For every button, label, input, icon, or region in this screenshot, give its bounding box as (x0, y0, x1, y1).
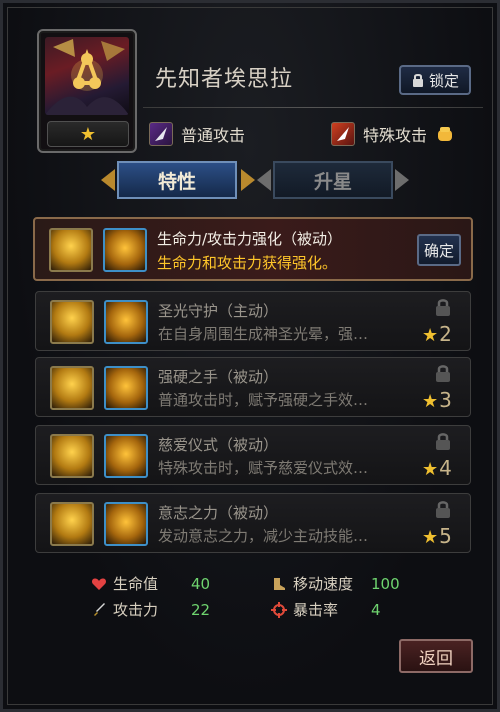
return-button[interactable]: 返回 (399, 639, 473, 673)
skill-row-3[interactable]: 强硬之手（被动） 普通攻击时，赋予强硬之手效… ★3 (35, 357, 471, 417)
special-feather-icon (331, 122, 355, 146)
required-stars: ★5 (422, 524, 452, 548)
skill-desc: 特殊攻击时，赋予慈爱仪式效… (158, 459, 369, 477)
hero-avatar (45, 37, 129, 115)
skill-desc: 在自身周围生成神圣光晕，强… (158, 325, 369, 343)
confirm-button[interactable]: 确定 (417, 234, 461, 266)
hero-name: 先知者埃思拉 (155, 67, 294, 92)
skill-title: 慈爱仪式（被动） (158, 436, 279, 454)
star-icon: ★ (422, 459, 439, 480)
star-icon: ★ (422, 325, 439, 346)
skill-desc: 发动意志之力，减少主动技能… (158, 527, 369, 545)
hero-portrait[interactable]: ★ (37, 29, 137, 153)
skill-row-2[interactable]: 圣光守护（主动） 在自身周围生成神圣光晕，强… ★2 (35, 291, 471, 351)
star-icon: ★ (422, 527, 439, 548)
hero-stats: 生命值 40 移动速度 100 攻击力 22 暴击率 4 (91, 573, 411, 627)
stat-value: 40 (191, 574, 211, 593)
required-stars: ★4 (422, 456, 452, 480)
fist-icon (438, 127, 453, 141)
lock-icon (436, 501, 450, 518)
normal-attack-label: 普通攻击 (181, 126, 246, 145)
skill-title: 意志之力（被动） (158, 504, 279, 522)
stat-value: 4 (371, 600, 381, 619)
tab-bar: 特性 升星 (3, 161, 500, 201)
feather-icon (149, 122, 173, 146)
special-attack-label: 特殊攻击 (363, 126, 428, 145)
iron-grip-icon (104, 366, 148, 410)
boots-icon (274, 577, 285, 590)
fist-power-icon (104, 502, 148, 546)
normal-attack-button[interactable]: 普通攻击 (149, 121, 245, 147)
tab-traits-label: 特性 (157, 170, 196, 193)
lock-icon (412, 74, 423, 87)
lock-label: 锁定 (428, 71, 459, 90)
stat-hp: 生命值 40 (91, 573, 210, 594)
required-stars: ★3 (422, 388, 452, 412)
tab-star-upgrade[interactable]: 升星 (273, 161, 393, 199)
skill-title: 圣光守护（主动） (158, 302, 279, 320)
strong-hand-icon (50, 366, 94, 410)
stat-move-speed: 移动速度 100 (271, 573, 400, 594)
stat-label: 攻击力 (113, 601, 159, 619)
tab-arrow-right-icon (257, 169, 271, 191)
sword-icon (94, 602, 105, 616)
skill-row-4[interactable]: 慈爱仪式（被动） 特殊攻击时，赋予慈爱仪式效… ★4 (35, 425, 471, 485)
stat-value: 100 (371, 574, 400, 593)
tab-traits[interactable]: 特性 (117, 161, 237, 199)
divider (143, 107, 483, 108)
tab-arrow-mid-icon (241, 169, 255, 191)
holy-light-icon (50, 300, 94, 344)
lock-icon (436, 299, 450, 316)
tab-arrow-end-icon (395, 169, 409, 191)
tab-arrow-left-icon (101, 169, 115, 191)
skill-desc: 普通攻击时，赋予强硬之手效… (158, 391, 369, 409)
holy-guard-icon (104, 300, 148, 344)
willpower-icon (50, 502, 94, 546)
skill-desc: 生命力和攻击力获得强化。 (157, 254, 338, 272)
star-icon: ★ (422, 391, 439, 412)
star-icon: ★ (79, 123, 97, 145)
stat-value: 22 (191, 600, 211, 619)
stat-label: 移动速度 (293, 575, 354, 593)
lock-icon (436, 433, 450, 450)
stat-attack: 攻击力 22 (91, 599, 210, 620)
heart-icon (91, 577, 107, 590)
required-stars: ★2 (422, 322, 452, 346)
crosshair-icon (271, 601, 287, 618)
skill-row-5[interactable]: 意志之力（被动） 发动意志之力，减少主动技能… ★5 (35, 493, 471, 553)
hero-star-badge: ★ (47, 121, 129, 147)
stat-label: 生命值 (113, 575, 159, 593)
stat-crit-rate: 暴击率 4 (271, 599, 381, 620)
vitality-icon (49, 228, 93, 272)
special-attack-button[interactable]: 特殊攻击 (331, 121, 455, 147)
sword-power-icon (103, 228, 147, 272)
lock-button[interactable]: 锁定 (399, 65, 471, 95)
skill-title: 强硬之手（被动） (158, 368, 279, 386)
hero-skill-panel: ★ 先知者埃思拉 锁定 普通攻击 特殊攻击 特性 升星 生命力/攻击力强化（被动… (0, 0, 500, 712)
lock-icon (436, 365, 450, 382)
skull-icon (50, 434, 94, 478)
skill-title: 生命力/攻击力强化（被动） (157, 230, 343, 248)
skill-row-1[interactable]: 生命力/攻击力强化（被动） 生命力和攻击力获得强化。 确定 (33, 217, 473, 281)
stat-label: 暴击率 (293, 601, 339, 619)
ritual-icon (104, 434, 148, 478)
tab-star-upgrade-label: 升星 (313, 170, 352, 193)
